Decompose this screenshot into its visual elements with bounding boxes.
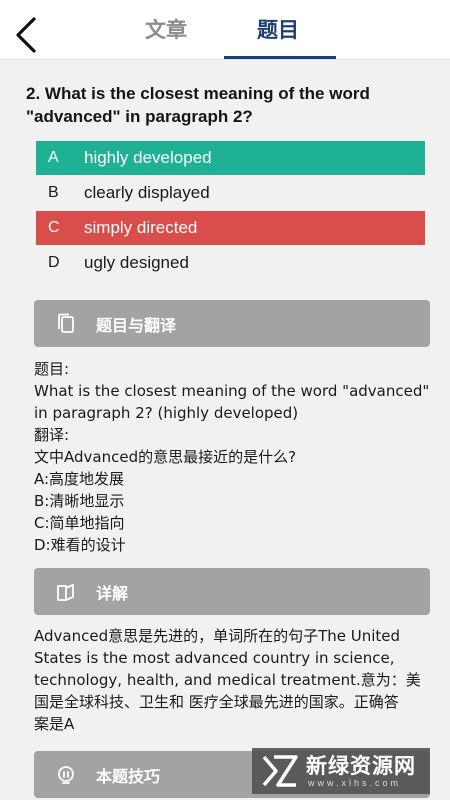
option-letter: C [48,219,60,236]
tab-article[interactable]: 文章 [145,14,187,44]
back-button[interactable] [10,16,42,54]
option-c[interactable]: C simply directed [36,211,425,245]
question-text: 2. What is the closest meaning of the wo… [26,84,370,126]
text-line: C:简单地指向 [34,514,125,532]
text-line: 翻译: [34,426,70,444]
tab-questions[interactable]: 题目 [257,14,299,44]
section-title: 本题技巧 [96,766,161,786]
option-d[interactable]: D ugly designed [36,246,425,280]
translation-content: 题目: What is the closest meaning of the w… [34,358,434,556]
option-text: ugly designed [84,253,189,272]
text-line: Advanced意思是先进的，单词所在的句子The United [34,627,401,645]
watermark-name: 新绿资源网 [306,753,416,778]
chevron-left-icon [16,17,36,53]
watermark-text: 新绿资源网 www.xlhs.com [306,754,416,789]
detail-content: Advanced意思是先进的，单词所在的句子The United States … [34,625,434,735]
watermark-url: www.xlhs.com [308,777,402,788]
book-open-icon [57,583,74,601]
text-line: technology, health, and medical treatmen… [34,671,421,689]
site-watermark: 新绿资源网 www.xlhs.com [252,748,430,794]
text-line: A:高度地发展 [34,470,125,488]
translation-section-header[interactable]: 题目与翻译 [34,300,430,347]
active-tab-indicator [224,56,336,59]
option-letter: B [48,184,59,201]
text-line: 国是全球科技、卫生和 医疗全球最先进的国家。正确答 [34,693,399,711]
option-a[interactable]: A highly developed [36,141,425,175]
section-title: 详解 [96,583,129,603]
text-line: D:难看的设计 [34,536,126,554]
option-letter: D [48,254,60,271]
text-line: States is the most advanced country in s… [34,649,395,667]
text-line: 题目: [34,360,70,378]
option-letter: A [48,149,59,166]
option-text: highly developed [84,148,212,167]
section-title: 题目与翻译 [96,315,177,335]
text-line: in paragraph 2? (highly developed) [34,404,299,422]
option-text: simply directed [84,218,198,237]
option-text: clearly displayed [84,183,210,202]
lightbulb-icon [58,765,74,784]
text-line: 案是A [34,715,75,733]
text-line: What is the closest meaning of the word … [34,382,430,400]
detail-section-header[interactable]: 详解 [34,568,430,615]
text-line: 文中Advanced的意思最接近的是什么? [34,448,297,466]
copy-icon [58,313,74,333]
top-bar: 文章 题目 [0,0,450,60]
option-b[interactable]: B clearly displayed [36,176,425,210]
text-line: B:清晰地显示 [34,492,125,510]
watermark-logo-icon [262,755,298,787]
